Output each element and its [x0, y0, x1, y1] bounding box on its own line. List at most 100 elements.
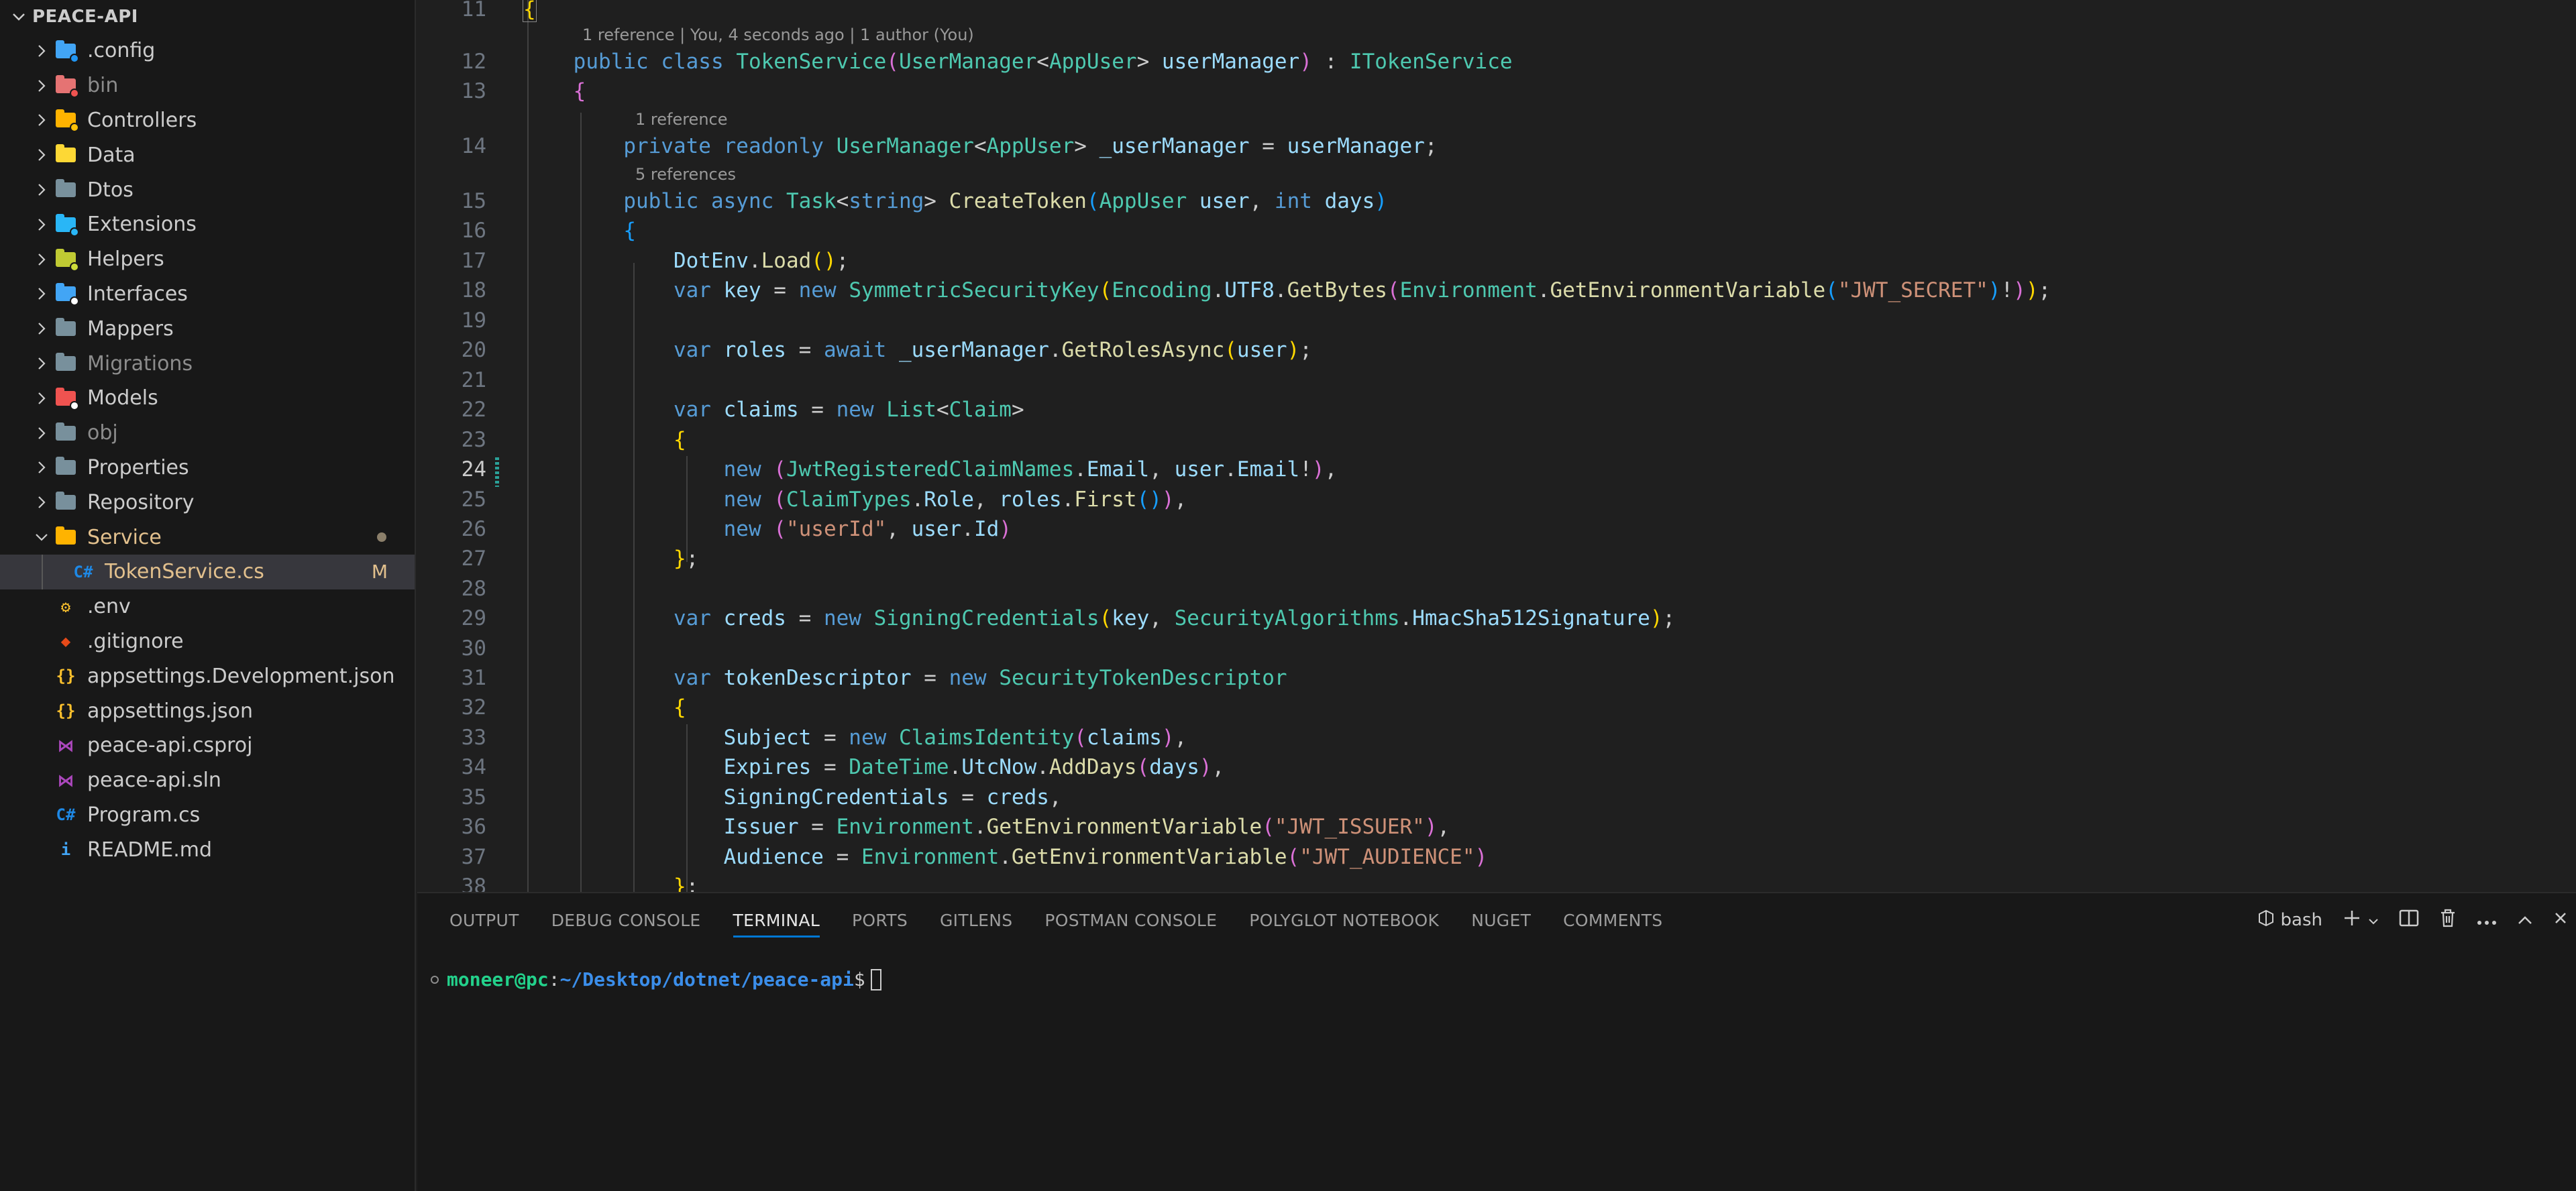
split-terminal-button[interactable]	[2399, 909, 2419, 932]
chevron-right-icon	[30, 461, 54, 474]
code-line-27: };	[673, 547, 699, 571]
codelens-field[interactable]: 1 reference	[635, 110, 728, 129]
visual-studio-icon: ⋈	[58, 771, 74, 790]
folder-item[interactable]: bin	[0, 68, 415, 103]
file-item[interactable]: ⚙ .env	[0, 589, 415, 624]
folder-open-icon	[54, 526, 78, 548]
tab-terminal[interactable]: TERMINAL	[733, 893, 820, 947]
folder-label: obj	[87, 421, 118, 445]
code-line-29: var creds = new SigningCredentials(key, …	[673, 606, 1676, 630]
terminal-cursor	[870, 968, 881, 990]
modified-dot	[377, 532, 386, 543]
panel-actions: bash	[2238, 893, 2576, 947]
code-line-33: Subject = new ClaimsIdentity(claims),	[723, 726, 1187, 750]
file-label: Program.cs	[87, 803, 201, 827]
file-item-selected[interactable]: C# TokenService.cs M	[0, 554, 415, 589]
folder-item[interactable]: Service	[0, 520, 415, 555]
folder-icon	[54, 213, 79, 237]
file-label: peace-api.sln	[87, 769, 221, 793]
tab-ports[interactable]: PORTS	[852, 893, 908, 947]
chevron-right-icon	[30, 183, 54, 196]
folder-label: bin	[87, 74, 119, 98]
split-icon	[2399, 909, 2419, 932]
folder-item[interactable]: Data	[0, 137, 415, 172]
line-number: 27	[461, 547, 486, 571]
folder-item[interactable]: Migrations	[0, 346, 415, 381]
file-item[interactable]: ⋈ peace-api.csproj	[0, 728, 415, 763]
plus-icon	[2343, 909, 2361, 932]
explorer-root[interactable]: PEACE-API	[0, 0, 415, 34]
tab-postman-console[interactable]: POSTMAN CONSOLE	[1044, 893, 1217, 947]
line-number: 19	[461, 308, 486, 333]
git-modified-marker[interactable]	[495, 457, 499, 487]
codelens-method[interactable]: 5 references	[635, 165, 736, 184]
folder-item[interactable]: Properties	[0, 451, 415, 486]
file-item[interactable]: C# Program.cs	[0, 798, 415, 833]
code-line-15: public async Task<string> CreateToken(Ap…	[623, 189, 1387, 213]
maximize-panel-button[interactable]	[2517, 910, 2533, 930]
chevron-right-icon	[30, 79, 54, 93]
file-item[interactable]: {} appsettings.json	[0, 693, 415, 728]
file-label: .gitignore	[87, 629, 184, 653]
folder-icon	[54, 492, 78, 513]
close-panel-button[interactable]	[2553, 910, 2568, 930]
folder-label: Data	[87, 143, 136, 167]
visual-studio-icon: ⋈	[58, 736, 74, 755]
code-line-20: var roles = await _userManager.GetRolesA…	[673, 338, 1312, 362]
folder-icon	[54, 248, 79, 272]
explorer-sidebar: PEACE-API .config bin Controllers Data Dtos E…	[0, 0, 416, 1191]
code-line-26: new ("userId", user.Id)	[723, 517, 1012, 541]
tab-nuget[interactable]: NUGET	[1471, 893, 1531, 947]
line-number: 37	[461, 845, 486, 869]
folder-item[interactable]: Controllers	[0, 103, 415, 138]
tree-indent-guide	[42, 554, 43, 589]
line-number: 14	[461, 134, 486, 158]
terminal-profile[interactable]: bash	[2258, 909, 2322, 931]
line-number: 25	[461, 488, 486, 512]
file-item[interactable]: ⋈ peace-api.sln	[0, 763, 415, 798]
folder-item[interactable]: Models	[0, 381, 415, 416]
folder-item[interactable]: obj	[0, 416, 415, 451]
code-line-23: {	[673, 428, 686, 452]
folder-item[interactable]: Helpers	[0, 242, 415, 277]
tab-debug-console[interactable]: DEBUG CONSOLE	[551, 893, 701, 947]
folder-item[interactable]: Extensions	[0, 207, 415, 242]
code-line-24: new (JwtRegisteredClaimNames.Email, user…	[723, 457, 1338, 481]
folder-item[interactable]: Interfaces	[0, 277, 415, 312]
folder-item[interactable]: Mappers	[0, 311, 415, 346]
terminal-prompt-line[interactable]: moneer@pc: ~/Desktop/dotnet/peace-api $	[431, 968, 881, 990]
code-editor[interactable]: 11 12 13 14 15 16 17 18 19 20 21 22 23 24 25 26 27 28 29 30…	[417, 0, 2576, 892]
folder-label: .config	[87, 39, 156, 63]
code-line-32: {	[673, 695, 686, 720]
folder-item[interactable]: Repository	[0, 485, 415, 520]
trash-icon	[2439, 908, 2457, 933]
folder-item[interactable]: .config	[0, 34, 415, 68]
chevron-down-icon[interactable]	[2368, 910, 2379, 930]
codelens-class[interactable]: 1 reference | You, 4 seconds ago | 1 aut…	[582, 25, 974, 44]
folder-item[interactable]: Dtos	[0, 172, 415, 207]
folder-label: Helpers	[87, 247, 164, 272]
folder-label: Interfaces	[87, 282, 188, 306]
file-item[interactable]: {} appsettings.Development.json	[0, 659, 415, 693]
tab-polyglot-notebook[interactable]: POLYGLOT NOTEBOOK	[1249, 893, 1439, 947]
line-number: 22	[461, 398, 486, 422]
chevron-right-icon	[30, 427, 54, 440]
line-number: 26	[461, 517, 486, 541]
file-item[interactable]: i README.md	[0, 832, 415, 867]
new-terminal-button[interactable]	[2343, 909, 2379, 932]
tab-comments[interactable]: COMMENTS	[1563, 893, 1662, 947]
terminal-user: moneer@pc	[447, 968, 549, 990]
chevron-right-icon	[30, 113, 54, 127]
folder-label: Extensions	[87, 213, 197, 237]
file-label: peace-api.csproj	[87, 734, 253, 758]
tab-gitlens[interactable]: GITLENS	[940, 893, 1012, 947]
chevron-up-icon	[2517, 910, 2533, 930]
line-number: 17	[461, 249, 486, 273]
line-number: 13	[461, 79, 486, 103]
tab-output[interactable]: OUTPUT	[449, 893, 519, 947]
more-actions-button[interactable]	[2477, 910, 2497, 930]
kill-terminal-button[interactable]	[2439, 908, 2457, 933]
line-number: 38	[461, 874, 486, 892]
file-item[interactable]: ◆ .gitignore	[0, 624, 415, 659]
code-line-12: public class TokenService(UserManager<Ap…	[573, 50, 1513, 74]
